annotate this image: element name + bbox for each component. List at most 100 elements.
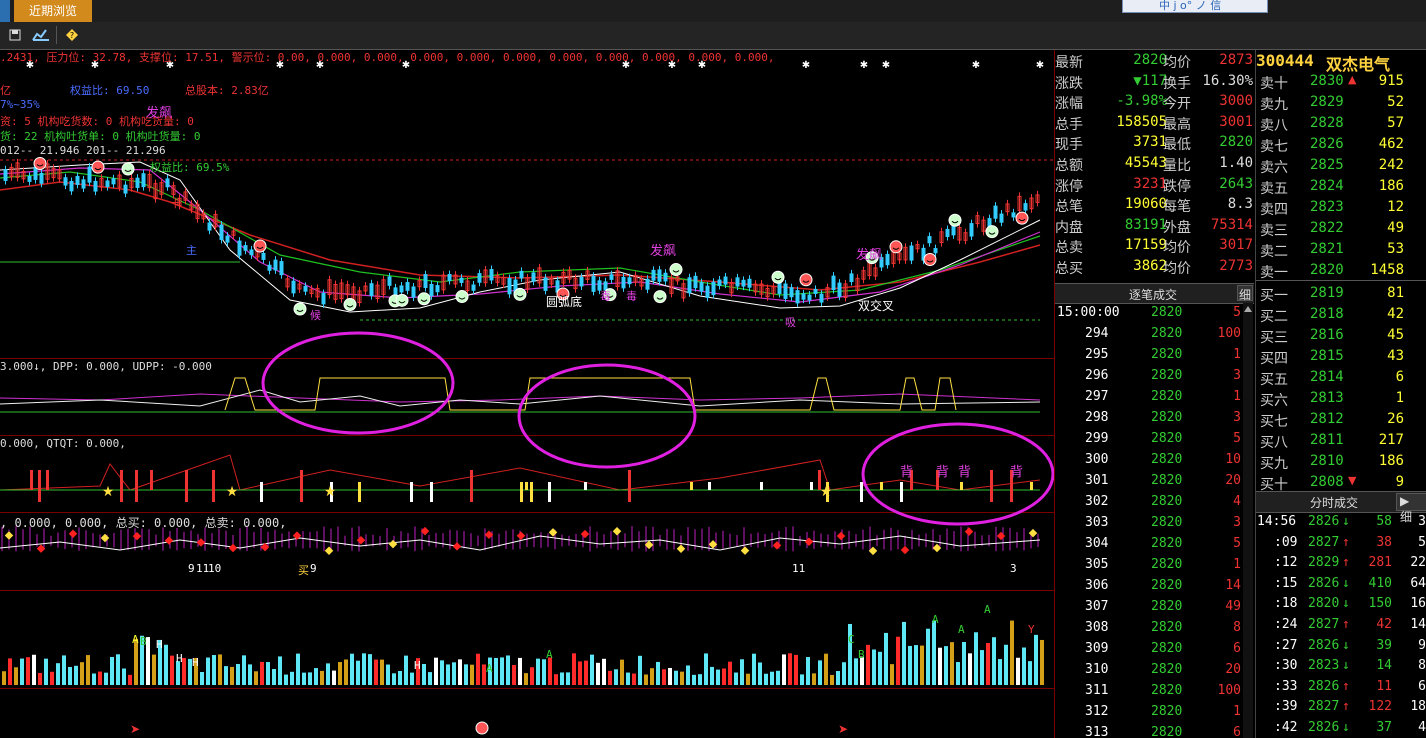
tick-volume: 5 [1233,305,1241,320]
tick-row[interactable]: 306 2820 14 [1055,576,1254,597]
tick-row[interactable]: 303 2820 3 [1055,513,1254,534]
tick-row[interactable]: 313 2820 6 [1055,723,1254,738]
tick-row[interactable]: 301 2820 20 [1055,471,1254,492]
quote-key: 总额 [1055,158,1083,174]
minute-volume: 122 [1368,699,1392,715]
tick-row[interactable]: 296 2820 3 [1055,366,1254,387]
tick-time: 294 [1085,326,1109,341]
star-icon: ✱ [1036,60,1044,71]
bid-row[interactable]: 买六 2813 1 [1256,388,1426,409]
bid-row[interactable]: 买二 2818 42 [1256,304,1426,325]
minute-row[interactable]: :39 2827 ↑ 122 18 [1256,697,1426,718]
volume-bar [650,668,654,685]
minute-row[interactable]: :09 2827 ↑ 38 5 [1256,533,1426,554]
ask-row[interactable]: 卖四 2823 12 [1256,197,1426,218]
tick-row[interactable]: 307 2820 49 [1055,597,1254,618]
tick-row[interactable]: 295 2820 1 [1055,345,1254,366]
tick-row[interactable]: 302 2820 4 [1055,492,1254,513]
order-volume: 186 [1378,453,1404,469]
tick-row[interactable]: 300 2820 10 [1055,450,1254,471]
tab-left-edge[interactable] [0,0,10,22]
minute-row[interactable]: :15 2826 ↓ 410 64 [1256,574,1426,595]
minute-row[interactable]: :42 2826 ↓ 37 4 [1256,718,1426,738]
minute-detail-button[interactable]: ▶ 细 [1396,493,1426,524]
vol-label-h2: H [176,652,183,665]
tick-row[interactable]: 298 2820 3 [1055,408,1254,429]
ask-row[interactable]: 卖七 2826 462 [1256,134,1426,155]
diamond-marker [388,539,398,549]
tick-row[interactable]: 311 2820 100 [1055,681,1254,702]
tick-row[interactable]: 308 2820 8 [1055,618,1254,639]
volume-bar [512,664,516,685]
minute-price: 2826 [1308,637,1340,653]
minute-trade-list[interactable]: 14:56 2826 ↓ 58 3:09 2827 ↑ 38 5:12 2829 ↑ 281 22:15… [1256,512,1426,738]
ask-row[interactable]: 卖三 2822 49 [1256,218,1426,239]
volume-bar [164,644,168,685]
ask-row[interactable]: 卖五 2824 186 [1256,176,1426,197]
tick-volume: 3 [1233,410,1241,425]
bid-row[interactable]: 买九 2810 186 [1256,451,1426,472]
order-price: 2808 [1310,474,1344,490]
ask-row[interactable]: 卖六 2825 242 [1256,155,1426,176]
bid-row[interactable]: 买十 2808 ▼ 9 [1256,472,1426,493]
quote-key: 涨幅 [1055,96,1083,113]
minute-row[interactable]: :27 2826 ↓ 39 9 [1256,636,1426,657]
save-icon[interactable] [8,28,22,42]
minute-row[interactable]: :33 2826 ↑ 11 6 [1256,677,1426,698]
minute-row[interactable]: :12 2829 ↑ 281 22 [1256,553,1426,574]
signal-bar [38,470,41,502]
star-icon: ✱ [860,60,868,71]
tick-price: 2820 [1151,494,1183,509]
bid-row[interactable]: 买八 2811 217 [1256,430,1426,451]
ask-row[interactable]: 卖八 2828 57 [1256,113,1426,134]
volume-bar [284,674,288,685]
title-bar: 近期浏览 中 j o° ノ 信 [0,0,1426,23]
ask-row[interactable]: 卖十 2830 ▲ 915 [1256,71,1426,92]
minute-row[interactable]: :24 2827 ↑ 42 14 [1256,615,1426,636]
tick-row[interactable]: 312 2820 1 [1055,702,1254,723]
order-price: 2829 [1310,94,1344,110]
tick-detail-button[interactable]: 细 [1237,285,1253,302]
tick-row[interactable]: 310 2820 20 [1055,660,1254,681]
diamond-marker [612,526,622,536]
tick-row[interactable]: 15:00:00 2820 5 [1055,303,1254,324]
top-widget[interactable]: 中 j o° ノ 信 [1122,0,1268,13]
volume-bar [620,659,624,685]
indicator3-label: , 0.000, 0.000, 总买: 0.000, 总卖: 0.000, [0,516,287,530]
volume-bar [686,665,690,685]
bid-row[interactable]: 买七 2812 26 [1256,409,1426,430]
tab-recent-browse[interactable]: 近期浏览 [14,0,92,22]
volume-bar [56,663,60,685]
bid-row[interactable]: 买四 2815 43 [1256,346,1426,367]
tick-row[interactable]: 297 2820 1 [1055,387,1254,408]
bid-row[interactable]: 买三 2816 45 [1256,325,1426,346]
tick-row[interactable]: 309 2820 6 [1055,639,1254,660]
tick-list[interactable]: 15:00:00 2820 5 294 2820 100 295 2820 1 296 2820 3 2… [1055,303,1254,738]
diamond-nav-icon[interactable]: ? [65,28,79,42]
minute-row[interactable]: :30 2823 ↓ 14 8 [1256,656,1426,677]
ask-row[interactable]: 卖二 2821 53 [1256,239,1426,260]
kline-chart-area[interactable]: ✱ ✱ ✱ ✱ ✱ ✱ ✱ ✱ ✱ ✱ ✱ ✱ ✱ ✱ ★ ★ ★ ★ ➤ ➤ .2431, 压力位: 32.78… [0,50,1055,738]
volume-bar [380,659,384,685]
diamond-marker [772,541,782,550]
bid-row[interactable]: 买五 2814 6 [1256,367,1426,388]
tick-row[interactable]: 294 2820 100 [1055,324,1254,345]
minute-row[interactable]: :18 2820 ↓ 150 16 [1256,594,1426,615]
minute-price: 2826 [1308,678,1340,694]
volume-bar [2,671,6,685]
chart-icon[interactable] [32,28,50,42]
tick-volume: 10 [1225,452,1241,467]
tick-row[interactable]: 299 2820 5 [1055,429,1254,450]
minute-row[interactable]: 14:56 2826 ↓ 58 3 [1256,512,1426,533]
tick-price: 2820 [1151,473,1183,488]
annotation-double-cross: 双交叉 [858,299,895,313]
ask-row[interactable]: 卖九 2829 52 [1256,92,1426,113]
volume-bar [806,657,810,685]
bid-row[interactable]: 买一 2819 81 [1256,283,1426,304]
tick-row[interactable]: 305 2820 1 [1055,555,1254,576]
volume-bar [854,658,858,685]
star-icon: ★ [324,484,337,500]
ask-row[interactable]: 卖一 2820 1458 [1256,260,1426,281]
tick-row[interactable]: 304 2820 5 [1055,534,1254,555]
quote-key: 总卖 [1055,240,1083,257]
